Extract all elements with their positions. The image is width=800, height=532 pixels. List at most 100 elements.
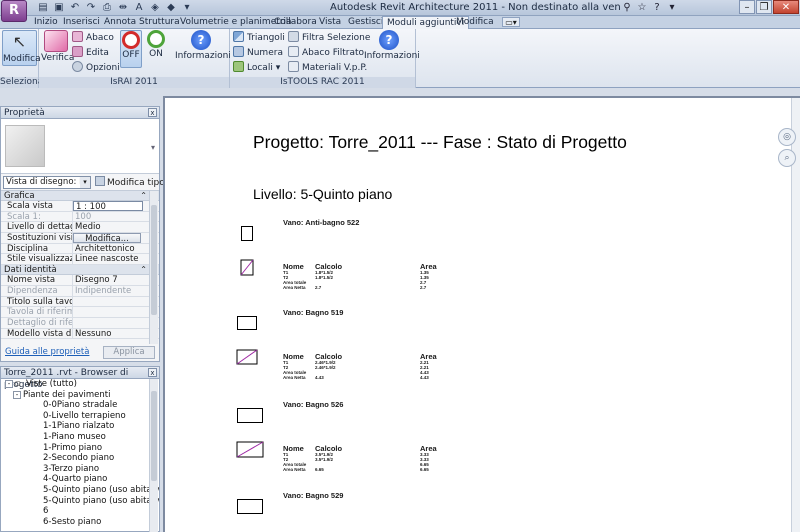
close-button[interactable]: ✕ bbox=[773, 0, 799, 14]
browser-item[interactable]: 2-Secondo piano bbox=[1, 453, 159, 464]
collapse-icon[interactable]: ⌃ bbox=[140, 265, 147, 275]
3d-icon[interactable]: ◈ bbox=[148, 1, 162, 15]
property-value[interactable]: Linee nascoste bbox=[73, 254, 143, 265]
browser-item[interactable]: 1-Primo piano bbox=[1, 443, 159, 454]
chevron-down-icon[interactable]: ▾ bbox=[665, 1, 679, 15]
section-icon[interactable]: ◆ bbox=[164, 1, 178, 15]
measure-icon[interactable]: ⇹ bbox=[116, 1, 130, 15]
materiali-button[interactable]: Materiali V.p.P. bbox=[288, 61, 367, 73]
property-section-header[interactable]: Grafica ⌃ bbox=[1, 191, 159, 201]
collapse-icon[interactable]: ⌃ bbox=[140, 191, 147, 201]
restore-button[interactable]: ❐ bbox=[756, 0, 772, 14]
abaco-filtrato-button[interactable]: Abaco Filtrato bbox=[288, 46, 364, 58]
property-edit-button[interactable]: Modifica... bbox=[73, 233, 141, 244]
type-selector[interactable]: Vista di disegno: Diseg▾ bbox=[3, 176, 91, 189]
minimize-button[interactable]: – bbox=[739, 0, 755, 14]
room-outline[interactable] bbox=[237, 499, 263, 514]
collapse-toggle-icon[interactable]: - bbox=[5, 380, 13, 388]
tab-vista[interactable]: Vista bbox=[315, 16, 345, 29]
ribbon-minimize-button[interactable]: ▭▾ bbox=[502, 17, 520, 27]
calc-cell: Area Netta bbox=[283, 467, 306, 472]
abaco-button[interactable]: Abaco bbox=[72, 31, 114, 43]
star-icon[interactable]: ☆ bbox=[635, 1, 649, 15]
calc-cell: 2.7 bbox=[420, 285, 427, 290]
property-value[interactable]: Nessuno bbox=[73, 329, 143, 339]
browser-item[interactable]: 5-Quinto piano (uso abitativo) bbox=[1, 485, 159, 496]
zoom-icon[interactable]: ⌕ bbox=[778, 149, 796, 167]
edita-button[interactable]: Edita bbox=[72, 46, 109, 58]
binoculars-icon[interactable]: ⚲ bbox=[620, 1, 634, 15]
room-outline[interactable] bbox=[237, 316, 257, 330]
properties-help-link[interactable]: Guida alle proprietà bbox=[5, 347, 89, 357]
tab-inserisci[interactable]: Inserisci bbox=[59, 16, 104, 29]
browser-item-label: 3-Terzo piano bbox=[43, 463, 100, 474]
apply-button[interactable]: Applica bbox=[103, 346, 155, 359]
browser-item[interactable]: - ⊡ Viste (tutto) bbox=[1, 379, 159, 390]
verifica-button[interactable]: Verifica bbox=[41, 30, 74, 63]
locali-button[interactable]: Locali ▾ bbox=[233, 61, 280, 73]
browser-item[interactable]: 4-Quarto piano bbox=[1, 474, 159, 485]
browser-item[interactable]: 6-Sesto piano bbox=[1, 517, 159, 528]
tab-collabora[interactable]: Collabora bbox=[270, 16, 321, 29]
tab-modifica[interactable]: Modifica bbox=[452, 16, 498, 29]
on-button[interactable]: ON bbox=[145, 30, 167, 59]
off-button[interactable]: OFF bbox=[120, 30, 142, 68]
browser-item[interactable]: - Piante dei pavimenti bbox=[1, 390, 159, 401]
property-value[interactable]: Disegno 7 bbox=[73, 275, 143, 285]
property-value[interactable]: Architettonico bbox=[73, 244, 143, 254]
browser-item[interactable]: 1-Piano museo bbox=[1, 432, 159, 443]
property-value[interactable]: Medio bbox=[73, 222, 143, 233]
steering-wheel-icon[interactable]: ◎ bbox=[778, 128, 796, 146]
scrollbar-thumb[interactable] bbox=[151, 391, 157, 481]
filtra-selezione-button[interactable]: Filtra Selezione bbox=[288, 31, 370, 43]
browser-item[interactable]: 5-Quinto piano (uso abitativo-... bbox=[1, 496, 159, 507]
close-icon[interactable]: x bbox=[148, 368, 157, 377]
browser-item[interactable]: 1-1Piano rialzato bbox=[1, 421, 159, 432]
numera-label: Numera bbox=[247, 48, 283, 58]
properties-scrollbar[interactable] bbox=[149, 191, 158, 344]
property-value[interactable] bbox=[73, 297, 143, 307]
application-menu-button[interactable]: R bbox=[1, 0, 27, 22]
tab-gestisci[interactable]: Gestisci bbox=[344, 16, 387, 29]
room-outline[interactable] bbox=[241, 226, 253, 241]
tab-inizio[interactable]: Inizio bbox=[30, 16, 62, 29]
print-icon[interactable]: ⎙ bbox=[100, 1, 114, 15]
browser-item[interactable]: 0-0Piano stradale bbox=[1, 400, 159, 411]
property-section-header[interactable]: Dati identità ⌃ bbox=[1, 265, 159, 276]
close-icon[interactable]: x bbox=[148, 108, 157, 117]
room-outline[interactable] bbox=[237, 408, 263, 423]
browser-item-label: 0-Livello terrapieno bbox=[43, 410, 126, 421]
property-row: Stile visualizzazioneLinee nascoste bbox=[1, 254, 159, 266]
property-row: Modello vista di ...Nessuno bbox=[1, 328, 159, 340]
triangulated-room-figure[interactable] bbox=[235, 440, 267, 461]
group-israi: Verifica Abaco Edita Opzioni OFF ON ? In… bbox=[39, 29, 231, 88]
browser-scrollbar[interactable] bbox=[149, 379, 158, 532]
numera-button[interactable]: Numera bbox=[233, 46, 283, 58]
save-icon[interactable]: ▣ bbox=[52, 1, 66, 15]
triangulated-room-figure[interactable] bbox=[239, 258, 257, 279]
modifica-button[interactable]: ↖ Modifica bbox=[2, 30, 41, 66]
open-icon[interactable]: ▤ bbox=[36, 1, 50, 15]
chevron-down-icon[interactable]: ▾ bbox=[151, 143, 155, 152]
informazioni-istools-button[interactable]: ? Informazioni bbox=[364, 30, 420, 61]
scrollbar-thumb[interactable] bbox=[151, 205, 157, 315]
browser-item[interactable]: 0-Livello terrapieno bbox=[1, 411, 159, 422]
triangoli-button[interactable]: Triangoli bbox=[233, 31, 285, 43]
calc-cell: 1.8*1.5/2 bbox=[315, 275, 334, 280]
help-icon[interactable]: ? bbox=[650, 1, 664, 15]
browser-item[interactable]: 3-Terzo piano bbox=[1, 464, 159, 475]
drawing-area[interactable]: Progetto: Torre_2011 --- Fase : Stato di… bbox=[163, 96, 800, 532]
property-value[interactable]: 1 : 100 bbox=[73, 201, 143, 211]
edit-type-button[interactable]: Modifica tipo bbox=[95, 176, 165, 190]
informazioni-israi-button[interactable]: ? Informazioni bbox=[175, 30, 231, 61]
redo-icon[interactable]: ↷ bbox=[84, 1, 98, 15]
browser-item[interactable]: 6 bbox=[1, 506, 159, 517]
browser-item-label: 0-0Piano stradale bbox=[43, 400, 118, 411]
opzioni-button[interactable]: Opzioni bbox=[72, 61, 120, 73]
undo-icon[interactable]: ↶ bbox=[68, 1, 82, 15]
collapse-toggle-icon[interactable]: - bbox=[13, 390, 21, 399]
text-icon[interactable]: A bbox=[132, 1, 146, 15]
property-name: Titolo sulla tavola bbox=[1, 296, 73, 307]
tag-icon[interactable]: ▾ bbox=[180, 1, 194, 15]
triangulated-room-figure[interactable] bbox=[235, 348, 261, 368]
